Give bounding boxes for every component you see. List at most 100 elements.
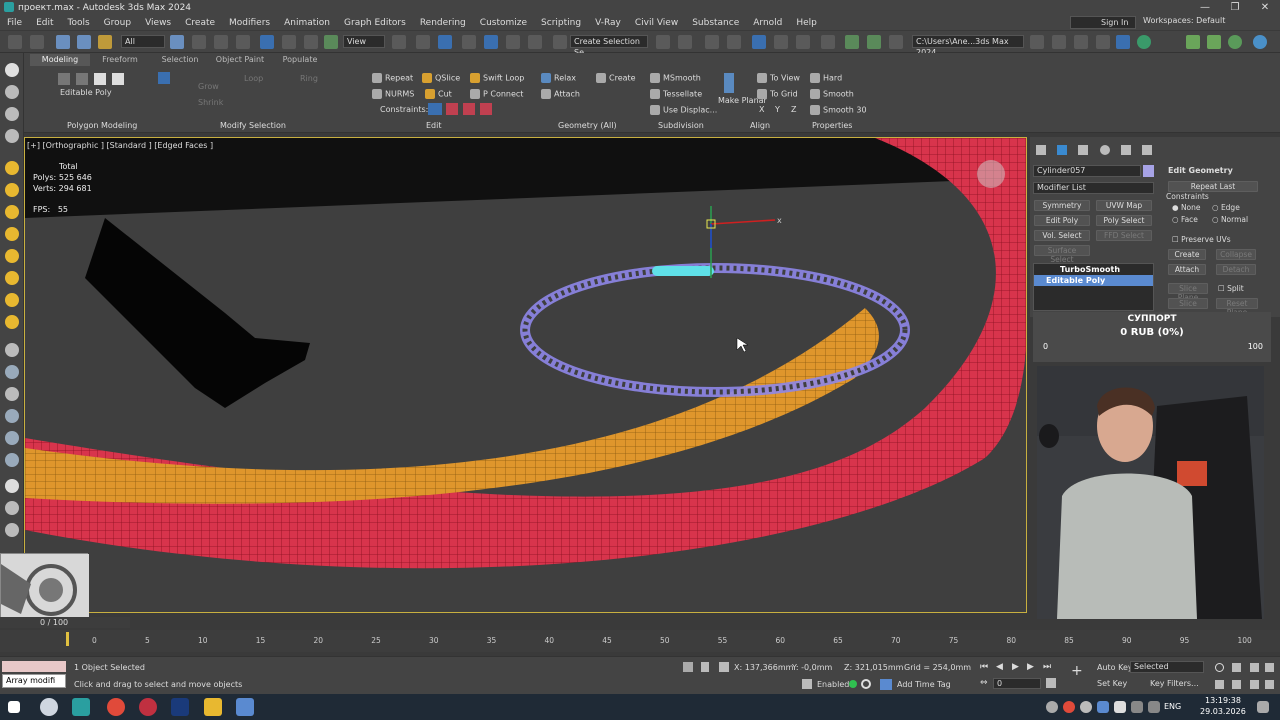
split-checkbox[interactable]: ☐ Split [1218, 284, 1244, 293]
tray-icon-4[interactable] [1097, 701, 1109, 713]
edit-poly-button[interactable]: Edit Poly [1034, 215, 1090, 226]
add-time-tag-button[interactable]: Add Time Tag [897, 680, 951, 689]
key-set-dropdown[interactable]: Selected [1130, 661, 1204, 673]
undo-icon[interactable] [8, 35, 22, 49]
maximize-viewport-icon[interactable] [1265, 680, 1274, 689]
slice-plane-button[interactable]: Slice Plane [1168, 283, 1208, 302]
menu-graph-editors[interactable]: Graph Editors [337, 18, 413, 28]
menu-help[interactable]: Help [789, 18, 824, 28]
viewport-label[interactable]: [+] [Orthographic ] [Standard ] [Edged F… [27, 141, 213, 150]
workspaces-dropdown[interactable]: Workspaces: Default [1143, 16, 1225, 25]
enabled-indicator-icon[interactable] [849, 680, 857, 688]
motion-panel-icon[interactable] [5, 129, 19, 143]
pan-icon[interactable] [1232, 680, 1241, 689]
sync-icon[interactable] [1116, 35, 1130, 49]
menu-substance[interactable]: Substance [685, 18, 746, 28]
maxscript-listener-top[interactable] [2, 661, 66, 672]
open-icon[interactable] [1052, 35, 1066, 49]
object-name-field[interactable]: Cylinder057 [1033, 165, 1141, 177]
tab-populate[interactable]: Populate [270, 54, 330, 66]
volume-icon[interactable] [1148, 701, 1160, 713]
group-geometry-all[interactable]: Geometry (All) [558, 121, 617, 130]
current-frame-field[interactable]: 0 [993, 678, 1041, 689]
attach-geometry-button[interactable]: Attach [1168, 264, 1206, 275]
grow-button[interactable]: Grow [198, 82, 219, 91]
link-icon[interactable] [56, 35, 70, 49]
group-polygon-modeling[interactable]: Polygon Modeling [67, 121, 137, 130]
msmooth-button[interactable]: MSmooth [650, 73, 701, 83]
x-coord[interactable]: X: 137,366mm [734, 663, 793, 672]
constraint-none-radio[interactable]: ● None [1172, 203, 1201, 212]
redo-icon[interactable] [30, 35, 44, 49]
vray-sun-icon[interactable] [5, 315, 19, 329]
clock-time[interactable]: 13:19:38 [1205, 696, 1241, 705]
schematic-view-icon[interactable] [796, 35, 810, 49]
tab-object-paint[interactable]: Object Paint [210, 54, 270, 66]
menu-group[interactable]: Group [97, 18, 138, 28]
menu-list-icon[interactable] [1207, 35, 1221, 49]
isolate-icon[interactable] [683, 662, 693, 672]
teapot-icon[interactable] [5, 343, 19, 357]
place-icon[interactable] [324, 35, 338, 49]
constraint-edge-radio[interactable]: ○ Edge [1212, 203, 1240, 212]
scatter-icon[interactable] [5, 431, 19, 445]
material-editor-icon[interactable] [821, 35, 835, 49]
window-crossing-icon[interactable] [236, 35, 250, 49]
power-icon[interactable] [1253, 35, 1267, 49]
unlink-icon[interactable] [77, 35, 91, 49]
maxscript-listener-input[interactable]: Array modifi [2, 674, 66, 688]
menu-customize[interactable]: Customize [473, 18, 534, 28]
vray-frame-icon[interactable] [5, 249, 19, 263]
motion-tab-icon[interactable] [1100, 145, 1110, 155]
add-time-tag-icon[interactable] [880, 679, 892, 690]
modify-panel-icon[interactable] [5, 85, 19, 99]
vray-camera-icon[interactable] [5, 183, 19, 197]
p-connect-button[interactable]: P Connect [470, 89, 523, 99]
align-z-button[interactable]: Z [791, 105, 796, 114]
app-photoshop-icon[interactable] [171, 698, 189, 716]
windows-start-icon[interactable] [8, 701, 20, 713]
create-panel-icon[interactable] [5, 63, 19, 77]
zoom-icon[interactable] [1215, 663, 1224, 672]
time-config-icon[interactable] [1046, 678, 1056, 688]
viewcube-icon[interactable] [977, 160, 1005, 188]
vol-select-button[interactable]: Vol. Select [1034, 230, 1090, 241]
go-to-start-icon[interactable]: ⏮ [980, 662, 988, 672]
percent-snap-icon[interactable] [506, 35, 520, 49]
snaps-toggle-icon[interactable] [462, 35, 476, 49]
ring-button[interactable]: Ring [300, 74, 318, 83]
menu-modifiers[interactable]: Modifiers [222, 18, 277, 28]
project-folder-icon[interactable] [1030, 35, 1044, 49]
plane-icon[interactable] [5, 365, 19, 379]
notifications-icon[interactable] [1257, 701, 1269, 713]
app-obs-icon[interactable] [139, 698, 157, 716]
angle-snap-icon[interactable] [484, 35, 498, 49]
vray-render-icon[interactable] [5, 227, 19, 241]
repeat-last-button[interactable]: Repeat Last [1168, 181, 1258, 192]
lock-icon[interactable] [701, 662, 709, 672]
zoom-extents-all-icon[interactable] [1265, 663, 1274, 672]
ribbon-toggle-icon[interactable] [752, 35, 766, 49]
tab-freeform[interactable]: Freeform [90, 54, 150, 66]
group-modify-selection[interactable]: Modify Selection [220, 121, 286, 130]
set-key-big-icon[interactable]: + [1071, 664, 1085, 678]
reset-plane-button[interactable]: Reset Plane [1216, 298, 1258, 317]
rendered-frame-icon[interactable] [867, 35, 881, 49]
selection-filter-dropdown[interactable]: All [121, 35, 165, 48]
language-indicator[interactable]: ENG [1164, 702, 1181, 711]
shrink-button[interactable]: Shrink [198, 98, 223, 107]
scale-icon[interactable] [304, 35, 318, 49]
set-key-button[interactable]: Set Key [1097, 679, 1127, 688]
group-align[interactable]: Align [750, 121, 770, 130]
relax-button[interactable]: Relax [541, 73, 576, 83]
tab-selection[interactable]: Selection [150, 54, 210, 66]
select-manipulate-icon[interactable] [416, 35, 430, 49]
collapse-button[interactable]: Collapse [1216, 249, 1256, 260]
app-explorer-icon[interactable] [204, 698, 222, 716]
group-edit[interactable]: Edit [426, 121, 442, 130]
qslice-button[interactable]: QSlice [422, 73, 460, 83]
app-window-icon[interactable] [236, 698, 254, 716]
smooth30-button[interactable]: Smooth 30 [810, 105, 867, 115]
surface-select-button[interactable]: Surface Select [1034, 245, 1090, 264]
app-settings-icon[interactable] [40, 698, 58, 716]
